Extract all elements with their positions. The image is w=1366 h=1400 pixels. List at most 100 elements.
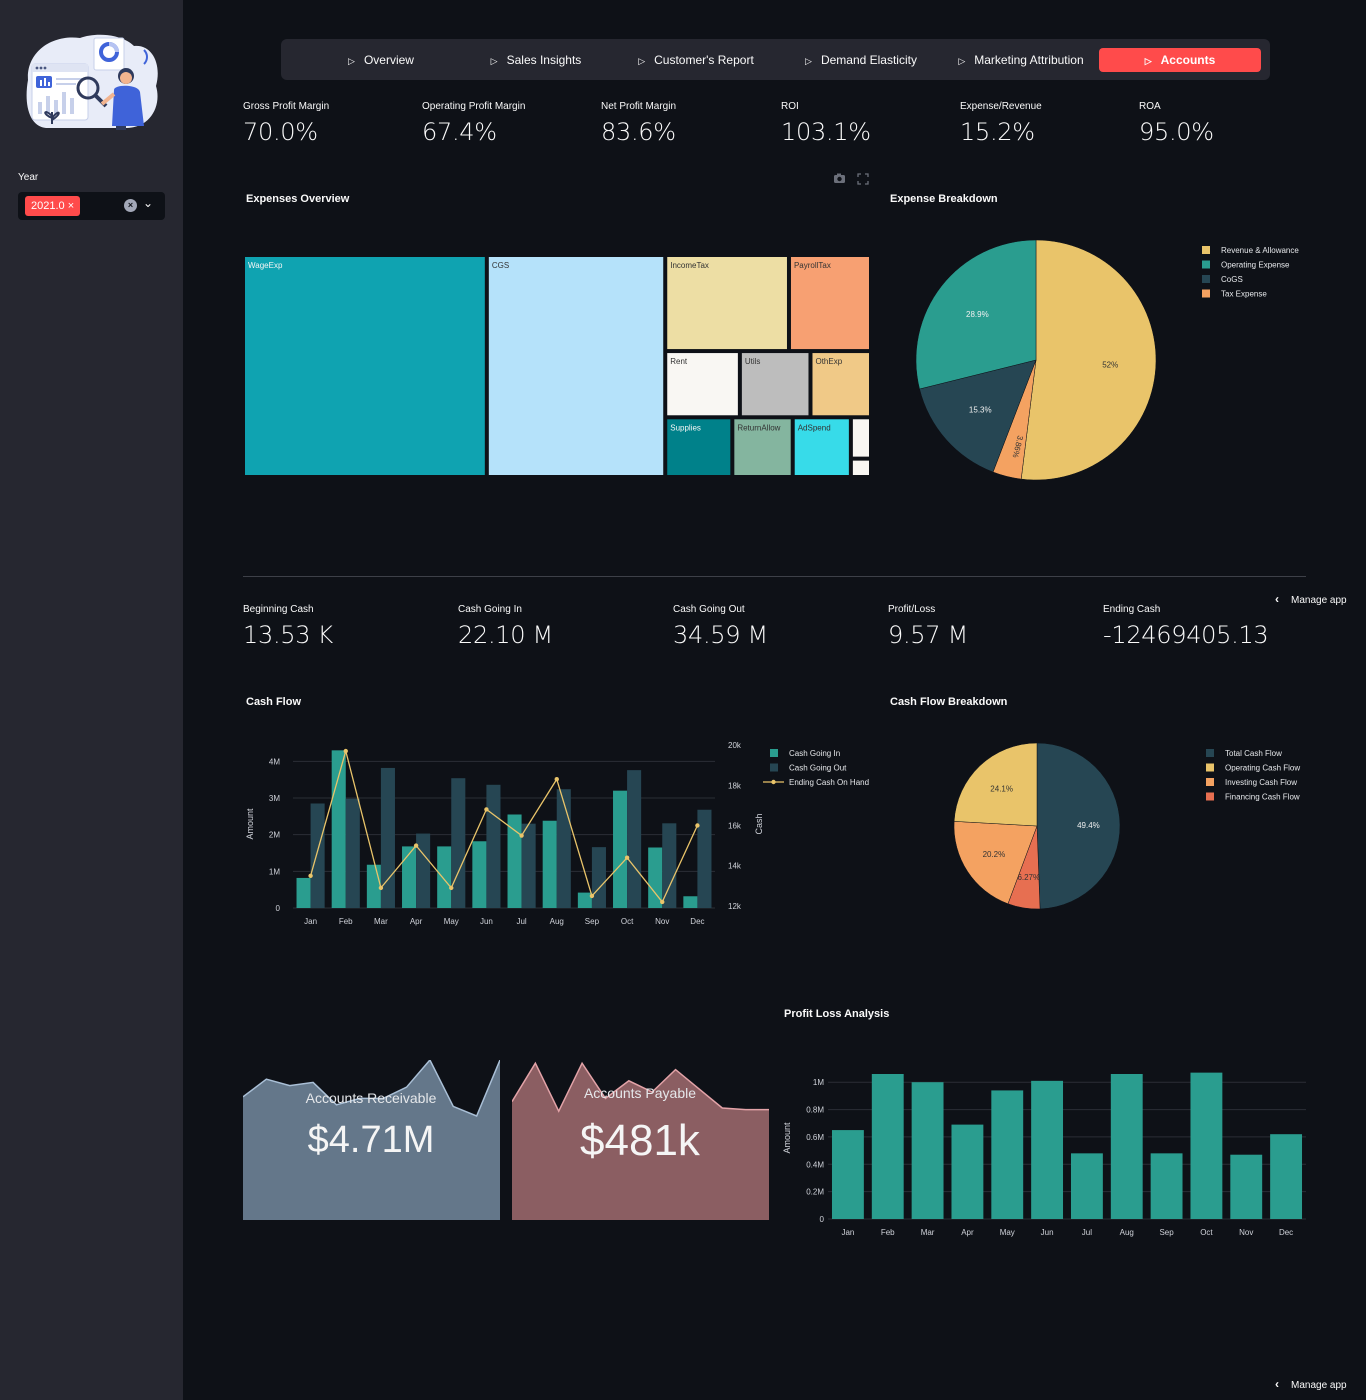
x-tick-label: Aug — [550, 917, 564, 926]
legend-swatch — [1202, 275, 1210, 283]
metric-label: Cash Going Out — [673, 604, 745, 615]
y-tick-label: 0 — [276, 904, 281, 913]
cash-out-bar — [697, 809, 712, 908]
metric-net-profit-margin: Net Profit Margin 83.6% — [601, 101, 676, 146]
x-tick-label: Dec — [1279, 1228, 1293, 1237]
chip-remove-icon[interactable]: × — [68, 200, 74, 212]
chevron-down-icon[interactable]: ⌄ — [143, 196, 153, 210]
y2-tick-label: 20k — [728, 741, 742, 750]
y2-tick-label: 18k — [728, 781, 742, 790]
tab-marketing-attribution[interactable]: ▷ Marketing Attribution — [946, 48, 1096, 72]
ending-cash-point — [624, 855, 630, 860]
metric-value: -12469405.13 — [1103, 621, 1269, 649]
tab-play-icon: ▷ — [490, 56, 498, 66]
profit-loss-bar — [1230, 1154, 1263, 1219]
year-chip[interactable]: 2021.0 × — [25, 196, 81, 216]
legend-label: Cash Going In — [789, 749, 840, 758]
tab-demand-elasticity[interactable]: ▷ Demand Elasticity — [786, 48, 936, 72]
y-tick-label: 4M — [269, 757, 280, 766]
treemap-label: PayrollTax — [794, 261, 831, 270]
cash-out-bar — [451, 778, 466, 908]
cash-in-bar — [296, 877, 311, 908]
manage-app-button[interactable]: ‹ Manage app — [1275, 592, 1347, 606]
metric-roa: ROA 95.0% — [1139, 101, 1214, 146]
cash-in-bar — [507, 814, 522, 908]
manage-app-label: Manage app — [1291, 1380, 1347, 1391]
treemap-label: WageExp — [248, 261, 283, 270]
legend-swatch — [1202, 246, 1210, 254]
treemap-label: IncomeTax — [670, 261, 709, 270]
tab-play-icon: ▷ — [805, 56, 812, 66]
camera-icon[interactable] — [834, 173, 845, 184]
cash-out-bar — [345, 798, 360, 908]
manage-app-label: Manage app — [1291, 595, 1347, 606]
tab-overview[interactable]: ▷ Overview — [321, 48, 441, 72]
tab-sales-insights[interactable]: ▷ Sales Insights — [471, 48, 601, 72]
tab-accounts[interactable]: ▷ Accounts — [1099, 48, 1261, 72]
treemap-label: Rent — [670, 357, 688, 366]
x-tick-label: May — [1000, 1228, 1015, 1237]
fullscreen-icon[interactable] — [857, 173, 869, 185]
treemap-tile — [852, 460, 869, 475]
metric-value: 70.0% — [243, 118, 318, 146]
treemap-tile — [667, 257, 787, 350]
metric-value: 103.1% — [781, 118, 871, 146]
tab-label: Demand Elasticity — [820, 53, 917, 67]
chart-toolbar — [834, 173, 869, 185]
metric-label: Operating Profit Margin — [422, 101, 526, 112]
y-tick-label: 0 — [820, 1215, 825, 1224]
ending-cash-point — [413, 843, 419, 848]
manage-app-button-bottom[interactable]: ‹ Manage app — [1275, 1377, 1347, 1391]
x-tick-label: Jul — [1082, 1228, 1092, 1237]
profit-loss-bar — [831, 1130, 864, 1219]
y-tick-label: 1M — [269, 867, 280, 876]
legend-label: Total Cash Flow — [1225, 749, 1282, 758]
cash-in-bar — [402, 846, 417, 908]
legend-label: Tax Expense — [1221, 290, 1267, 299]
ending-cash-point — [308, 873, 313, 879]
metric-value: 13.53 K — [243, 621, 333, 649]
metric-value: 15.2% — [960, 118, 1035, 146]
clear-icon[interactable]: × — [124, 199, 137, 212]
metric-cash-going-in: Cash Going In 22.10 M — [458, 604, 553, 649]
x-tick-label: Feb — [881, 1228, 895, 1237]
cash-flow-chart: 0 1M 2M 3M 4M 12k 14k 16k 18k 20k Amount Cash Jan Feb… — [245, 741, 869, 926]
ending-cash-point — [695, 823, 700, 828]
x-tick-label: Jun — [480, 917, 493, 926]
x-tick-label: Jun — [1041, 1228, 1054, 1237]
ending-cash-point — [343, 748, 348, 754]
ending-cash-point — [660, 899, 665, 905]
cash-out-bar — [521, 823, 536, 908]
year-multiselect[interactable]: 2021.0 × × ⌄ — [18, 192, 165, 220]
tab-play-icon: ▷ — [1144, 56, 1152, 66]
legend-label: Revenue & Allowance — [1221, 246, 1299, 255]
sidebar: Year 2021.0 × × ⌄ — [0, 0, 183, 1400]
x-tick-label: Jan — [304, 917, 317, 926]
cash-in-bar — [542, 820, 557, 908]
metric-value: 34.59 M — [673, 621, 768, 649]
expenses-treemap: WageExp CGS IncomeTax PayrollTax Rent Utils Ot… — [245, 257, 869, 475]
y-axis-label: Amount — [245, 808, 255, 840]
pie-label: 20.2% — [983, 850, 1006, 859]
y-tick-label: 0.2M — [806, 1188, 824, 1197]
metric-label: Expense/Revenue — [960, 101, 1042, 112]
tab-label: Accounts — [1160, 53, 1216, 67]
metric-value: 9.57 M — [888, 621, 968, 649]
accounts-payable-label: Accounts Payable — [584, 1085, 696, 1101]
metric-label: Profit/Loss — [888, 604, 936, 615]
treemap-label: CGS — [492, 261, 509, 270]
metric-label: Beginning Cash — [243, 604, 314, 615]
cash-in-bar — [683, 896, 698, 908]
legend-label: Investing Cash Flow — [1225, 778, 1297, 787]
profit-loss-bar — [1150, 1153, 1183, 1219]
option-menu-navbar: ▷ Overview ▷ Sales Insights ▷ Customer's Re… — [281, 39, 1270, 80]
cash-flow-breakdown-legend: Total Cash Flow Operating Cash Flow Invest… — [1206, 749, 1300, 802]
profit-loss-bar — [991, 1090, 1024, 1219]
profit-loss-bar — [1190, 1072, 1223, 1219]
legend-swatch — [1206, 778, 1214, 786]
y-tick-label: 2M — [269, 831, 280, 840]
legend-label: CoGS — [1221, 275, 1243, 284]
metric-label: Net Profit Margin — [601, 101, 677, 112]
tab-customers-report[interactable]: ▷ Customer's Report — [621, 48, 771, 72]
metric-label: ROA — [1139, 101, 1161, 112]
